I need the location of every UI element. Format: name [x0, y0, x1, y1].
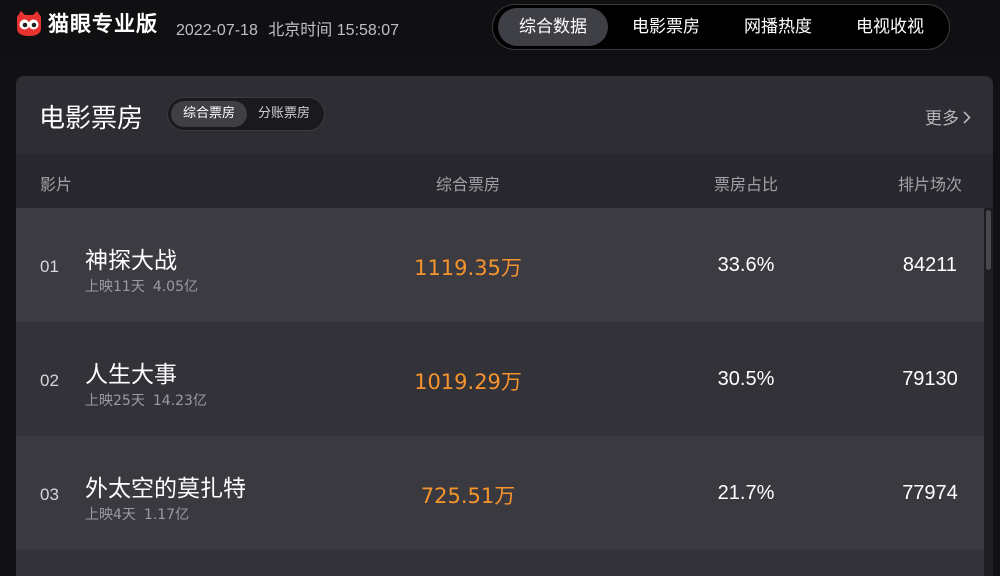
- toggle-split[interactable]: 分账票房: [248, 101, 320, 127]
- tab-web-heat[interactable]: 网播热度: [723, 8, 833, 46]
- box-office-panel: 电影票房 综合票房 分账票房 更多 影片 综合票房 票房占比 排片场次 01 神…: [16, 76, 993, 576]
- row-box-office: 1019.29万: [414, 370, 522, 394]
- row-total: 14.23亿: [152, 393, 207, 409]
- scrollbar[interactable]: [984, 208, 993, 576]
- row-title: 人生大事: [85, 362, 177, 388]
- row-subtitle: 上映25天 14.23亿: [85, 390, 207, 410]
- row-title: 神探大战: [85, 248, 177, 274]
- logo[interactable]: 猫眼专业版: [14, 8, 158, 38]
- col-box-office: 综合票房: [435, 175, 500, 194]
- table-row[interactable]: [16, 550, 984, 576]
- row-share: 30.5%: [717, 368, 775, 390]
- row-shows: 84211: [902, 254, 958, 276]
- tab-movie-box-office[interactable]: 电影票房: [611, 8, 721, 46]
- scroll-thumb[interactable]: [986, 210, 991, 270]
- row-days: 上映25天: [85, 393, 145, 409]
- top-nav: 综合数据 电影票房 网播热度 电视收视: [492, 4, 950, 50]
- date-text: 2022-07-18: [176, 22, 258, 39]
- table-row[interactable]: 02 人生大事 上映25天 14.23亿 1019.29万 30.5% 79130: [16, 322, 984, 436]
- row-shows: 77974: [902, 482, 958, 504]
- toggle-comprehensive[interactable]: 综合票房: [171, 101, 247, 127]
- col-shows: 排片场次: [897, 175, 962, 194]
- cat-eye-logo-icon: [14, 8, 44, 38]
- row-shows: 79130: [902, 368, 958, 390]
- time-text: 15:58:07: [336, 22, 400, 39]
- panel-title: 电影票房: [39, 104, 144, 134]
- more-label: 更多: [925, 109, 959, 129]
- chevron-right-icon: [963, 109, 971, 129]
- row-box-office: 725.51万: [420, 484, 516, 508]
- table-header: 影片 综合票房 票房占比 排片场次: [16, 154, 993, 208]
- box-office-type-toggle: 综合票房 分账票房: [167, 97, 325, 131]
- row-rank: 01: [40, 257, 59, 276]
- row-subtitle: 上映11天 4.05亿: [85, 276, 198, 296]
- panel-header: 电影票房 综合票房 分账票房 更多: [16, 76, 993, 154]
- table-row[interactable]: 03 外太空的莫扎特 上映4天 1.17亿 725.51万 21.7% 77974: [16, 436, 984, 550]
- tab-tv-ratings[interactable]: 电视收视: [835, 8, 945, 46]
- row-days: 上映11天: [85, 279, 145, 295]
- tab-comprehensive-data[interactable]: 综合数据: [498, 8, 608, 46]
- top-bar: 猫眼专业版 2022-07-18 北京时间 15:58:07 综合数据 电影票房…: [0, 0, 1000, 56]
- datetime: 2022-07-18 北京时间 15:58:07: [176, 16, 399, 40]
- row-title: 外太空的莫扎特: [85, 476, 246, 502]
- row-days: 上映4天: [85, 507, 136, 523]
- row-share: 21.7%: [717, 482, 775, 504]
- row-share: 33.6%: [717, 254, 775, 276]
- row-subtitle: 上映4天 1.17亿: [85, 504, 189, 524]
- brand-name: 猫眼专业版: [48, 12, 158, 36]
- row-box-office: 1119.35万: [414, 256, 522, 280]
- more-link[interactable]: 更多: [925, 104, 971, 129]
- row-total: 1.17亿: [143, 507, 190, 523]
- col-film: 影片: [40, 175, 73, 194]
- row-rank: 03: [40, 485, 59, 504]
- time-label: 北京时间: [268, 22, 333, 39]
- col-share: 票房占比: [713, 175, 778, 194]
- row-total: 4.05亿: [152, 279, 198, 295]
- table-row[interactable]: 01 神探大战 上映11天 4.05亿 1119.35万 33.6% 84211: [16, 208, 984, 322]
- row-rank: 02: [40, 371, 59, 390]
